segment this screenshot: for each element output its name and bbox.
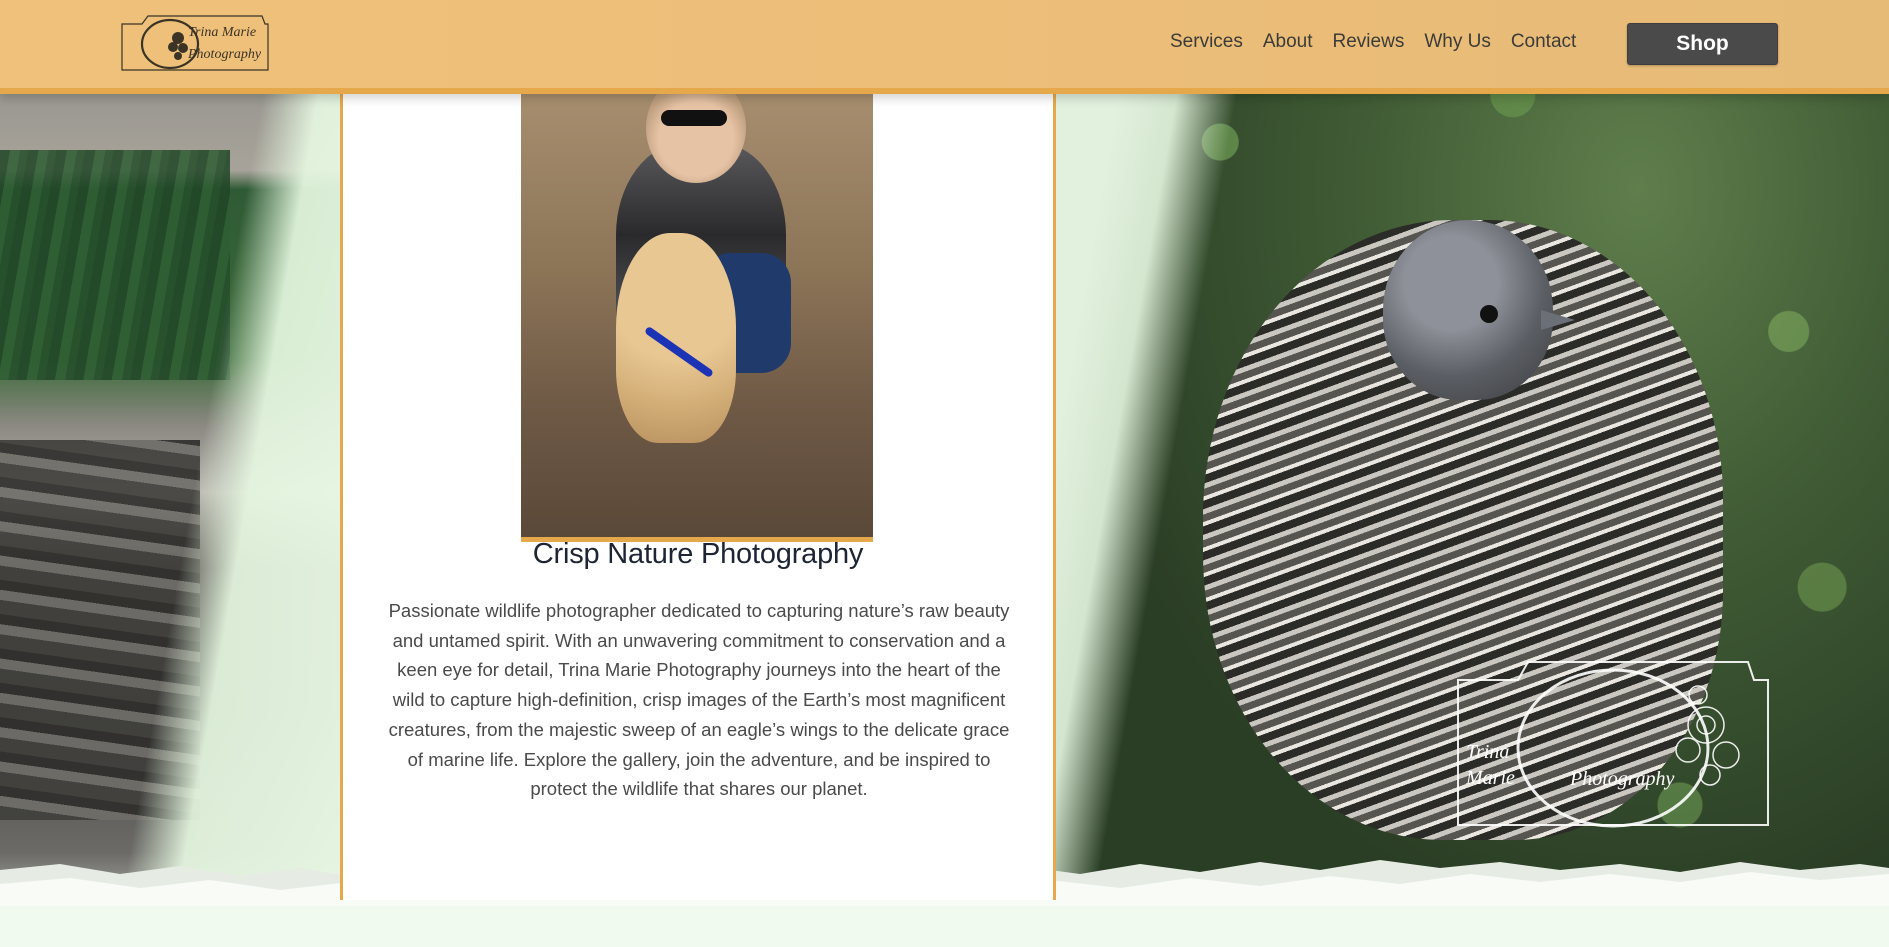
- watermark-text-photography: Photography: [1569, 768, 1675, 790]
- watermark-text-trina: Trina: [1466, 741, 1509, 763]
- about-description: Passionate wildlife photographer dedicat…: [388, 600, 1010, 800]
- trina-marie-logo[interactable]: Trina Marie Photography: [120, 14, 270, 72]
- page-title: Crisp Nature Photography: [532, 538, 864, 570]
- site-header: Trina Marie Photography Services About R…: [0, 0, 1889, 94]
- watermark-logo: Trina Marie Photography: [1457, 661, 1769, 828]
- nav-why-us[interactable]: Why Us: [1424, 28, 1491, 56]
- watermark-text-marie: Marie: [1465, 767, 1515, 789]
- logo-text-line1: Trina Marie: [188, 25, 256, 40]
- main-nav: Services About Reviews Why Us Contact: [1170, 28, 1576, 56]
- nav-services[interactable]: Services: [1170, 28, 1243, 56]
- about-card: Crisp Nature Photography Passionate wild…: [340, 88, 1056, 900]
- portrait-sunglasses: [661, 110, 727, 126]
- portrait-dog: [616, 233, 736, 443]
- logo-text-line2: Photography: [187, 47, 262, 62]
- photographer-portrait-photo: [521, 93, 873, 542]
- nav-reviews[interactable]: Reviews: [1333, 28, 1405, 56]
- shop-button[interactable]: Shop: [1627, 23, 1778, 65]
- background-photo-grouse: Trina Marie Photography: [1053, 0, 1889, 947]
- background-photo-waterfall: [0, 0, 342, 947]
- light-veil-overlay: [0, 0, 342, 947]
- nav-about[interactable]: About: [1263, 28, 1313, 56]
- nav-contact[interactable]: Contact: [1511, 28, 1576, 56]
